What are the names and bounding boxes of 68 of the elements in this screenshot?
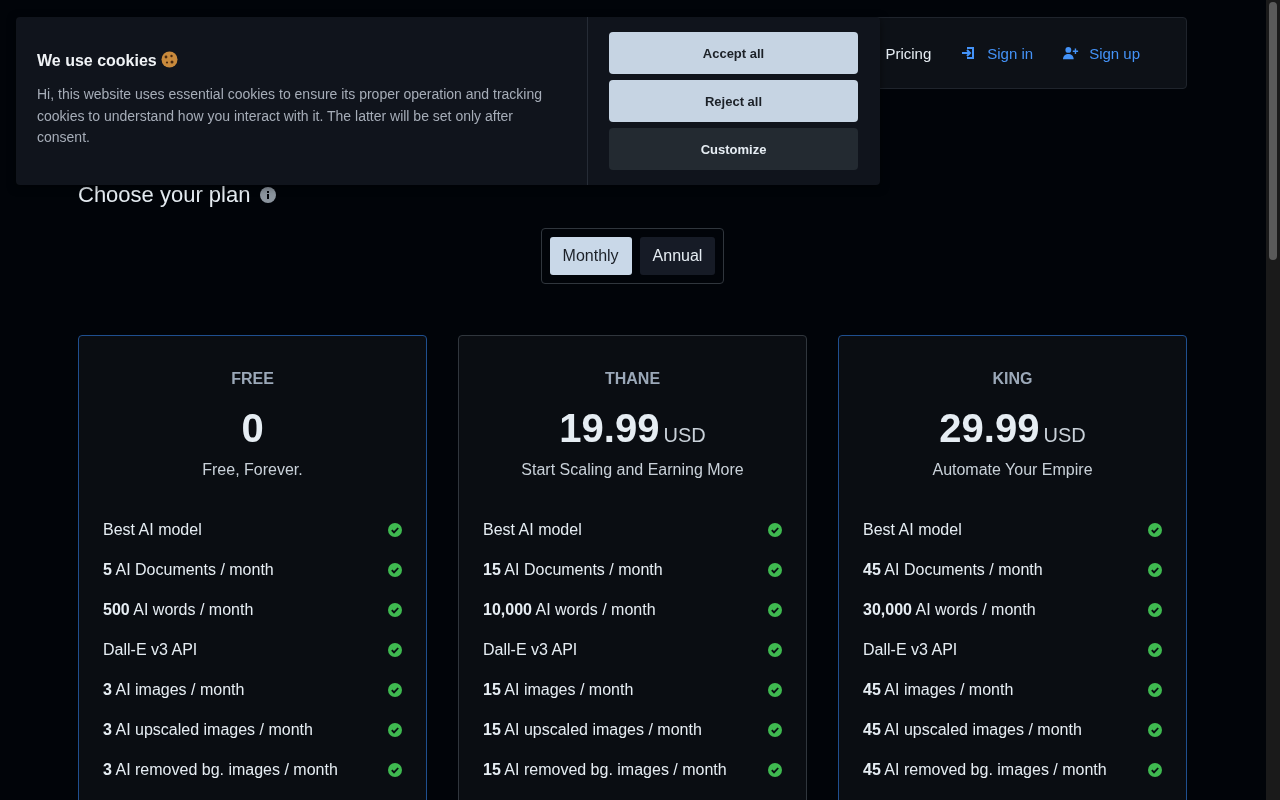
- check-icon: [1148, 683, 1162, 697]
- feature-text: 45 AI Documents / month: [863, 561, 1043, 579]
- check-icon: [1148, 763, 1162, 777]
- nav-link[interactable]: Pricing: [885, 44, 932, 62]
- feature-text: 15 AI upscaled images / month: [483, 721, 702, 739]
- feature-text: Best AI model: [863, 521, 962, 539]
- check-icon: [1148, 723, 1162, 737]
- cookie-title: We use cookies: [37, 52, 157, 69]
- feature-text: Best AI model: [483, 521, 582, 539]
- feature-text: Dall-E v3 API: [483, 641, 578, 659]
- scrollbar[interactable]: [1266, 0, 1280, 800]
- currency-label: USD: [663, 424, 706, 447]
- check-icon: [1148, 603, 1162, 617]
- feature-text: 5 AI Documents / month: [103, 561, 274, 579]
- plan-tagline: Start Scaling and Earning More: [520, 461, 745, 479]
- check-icon: [388, 603, 402, 617]
- nav-link[interactable]: Sign up: [1063, 44, 1140, 62]
- check-icon: [1148, 643, 1162, 657]
- billing-option[interactable]: Annual: [639, 237, 716, 275]
- feature-text: 3 AI upscaled images / month: [103, 721, 313, 739]
- check-icon: [388, 563, 402, 577]
- plan-price: 29.99: [939, 406, 1040, 451]
- feature-text: 15 AI Documents / month: [483, 561, 663, 579]
- check-icon: [1148, 563, 1162, 577]
- check-icon: [388, 523, 402, 537]
- plan-tagline: Automate Your Empire: [931, 461, 1094, 479]
- info-icon[interactable]: [260, 187, 277, 203]
- check-icon: [768, 603, 782, 617]
- plan-name: THANE: [603, 370, 662, 388]
- check-icon: [388, 723, 402, 737]
- feature-text: 45 AI images / month: [863, 681, 1014, 699]
- plan-tagline: Free, Forever.: [201, 461, 304, 479]
- feature-text: Dall-E v3 API: [103, 641, 198, 659]
- feature-text: 10,000 AI words / month: [483, 601, 656, 619]
- nav-link[interactable]: Sign in: [961, 44, 1034, 62]
- check-icon: [388, 763, 402, 777]
- currency-label: USD: [1043, 424, 1086, 447]
- check-icon: [768, 683, 782, 697]
- feature-text: 500 AI words / month: [103, 601, 254, 619]
- feature-text: 3 AI removed bg. images / month: [103, 761, 338, 779]
- check-icon: [388, 683, 402, 697]
- feature-text: 45 AI removed bg. images / month: [863, 761, 1107, 779]
- feature-text: 3 AI images / month: [103, 681, 245, 699]
- cookie-text: Hi, this website uses essential cookies to ensure its proper operation and tracking cookies to understand how you interact with it. The latter will be set only after consent.: [37, 85, 544, 147]
- check-icon: [768, 563, 782, 577]
- feature-text: Best AI model: [103, 521, 202, 539]
- plan-name: KING: [991, 370, 1034, 388]
- plan-price: 19.99: [559, 406, 660, 451]
- plan-price: 0: [241, 406, 264, 451]
- cookie-icon: [161, 51, 179, 68]
- check-icon: [768, 723, 782, 737]
- cookie-button[interactable]: Customize: [609, 128, 858, 170]
- feature-text: 15 AI removed bg. images / month: [483, 761, 727, 779]
- cookie-button[interactable]: Accept all: [609, 32, 858, 74]
- feature-text: 45 AI upscaled images / month: [863, 721, 1082, 739]
- check-icon: [1148, 523, 1162, 537]
- page-heading: Choose your plan: [78, 182, 251, 208]
- check-icon: [768, 763, 782, 777]
- billing-option[interactable]: Monthly: [549, 237, 632, 275]
- cookie-button[interactable]: Reject all: [609, 80, 858, 122]
- check-icon: [768, 523, 782, 537]
- check-icon: [768, 643, 782, 657]
- check-icon: [388, 643, 402, 657]
- feature-text: Dall-E v3 API: [863, 641, 958, 659]
- user-plus-icon: [1063, 45, 1080, 61]
- feature-text: 15 AI images / month: [483, 681, 634, 699]
- plan-name: FREE: [230, 370, 275, 388]
- feature-text: 30,000 AI words / month: [863, 601, 1036, 619]
